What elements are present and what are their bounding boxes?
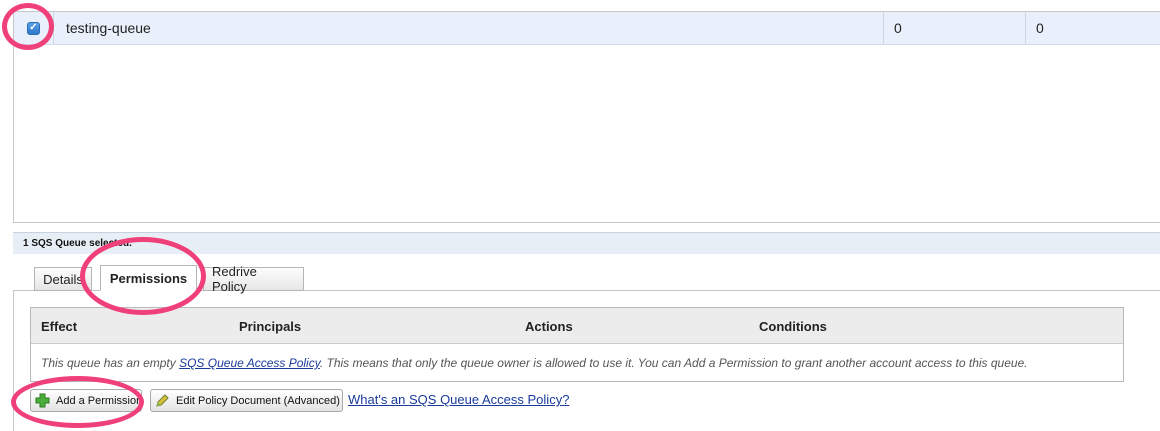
edit-policy-button[interactable]: Edit Policy Document (Advanced): [150, 389, 343, 412]
queue-count-cell: 0: [1036, 20, 1044, 36]
table-row[interactable]: ✓ testing-queue 0 0: [14, 12, 1160, 45]
pencil-icon: [155, 393, 170, 409]
permissions-table-header: Effect Principals Actions Conditions: [31, 308, 1123, 344]
add-permission-label: Add a Permission: [56, 394, 143, 407]
add-permission-button[interactable]: Add a Permission: [30, 389, 142, 412]
policy-help-link[interactable]: What's an SQS Queue Access Policy?: [348, 392, 569, 407]
row-checkbox-cell[interactable]: ✓: [14, 12, 54, 44]
queue-table: ✓ testing-queue 0 0: [13, 11, 1160, 223]
policy-doc-link[interactable]: SQS Queue Access Policy: [179, 356, 320, 370]
column-header-conditions[interactable]: Conditions: [759, 319, 827, 334]
column-header-actions[interactable]: Actions: [525, 319, 573, 334]
empty-policy-message: This queue has an empty SQS Queue Access…: [41, 356, 1028, 370]
permissions-table: Effect Principals Actions Conditions Thi…: [30, 307, 1124, 382]
tab-redrive-policy[interactable]: Redrive Policy: [203, 264, 304, 294]
column-header-effect[interactable]: Effect: [41, 319, 77, 334]
queue-name-cell[interactable]: testing-queue: [54, 12, 884, 44]
row-checkbox[interactable]: ✓: [27, 21, 40, 35]
tab-details[interactable]: Details: [34, 267, 92, 291]
column-header-principals[interactable]: Principals: [239, 319, 301, 334]
queue-count-cell: 0: [884, 12, 1026, 44]
panel-border: [13, 290, 14, 431]
selection-status: 1 SQS Queue selected.: [13, 232, 1160, 254]
checkmark-icon: ✓: [29, 22, 38, 33]
plus-icon: [35, 393, 50, 409]
edit-policy-label: Edit Policy Document (Advanced): [176, 394, 340, 407]
tab-permissions[interactable]: Permissions: [100, 265, 197, 291]
